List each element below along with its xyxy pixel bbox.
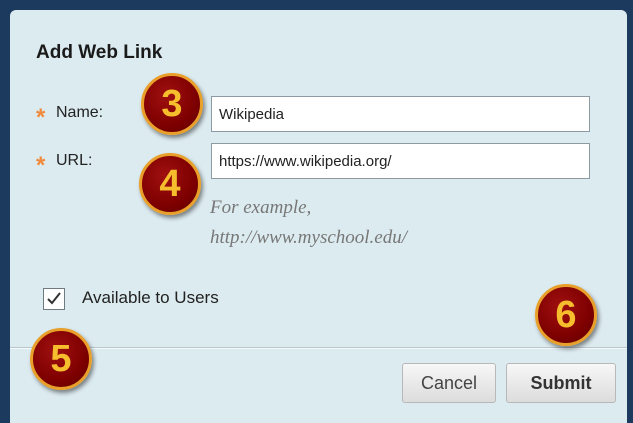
required-asterisk-icon: * <box>36 152 46 179</box>
url-label: URL: <box>56 152 93 169</box>
callout-badge-6: 6 <box>535 284 597 346</box>
dialog-title: Add Web Link <box>36 42 163 63</box>
checkmark-icon <box>47 292 61 305</box>
name-label: Name: <box>56 104 104 121</box>
name-input[interactable] <box>211 96 590 132</box>
example-line: For example, <box>210 197 312 218</box>
add-web-link-dialog: Add Web Link * Name: * URL: For example,… <box>10 10 627 423</box>
example-url: http://www.myschool.edu/ <box>210 227 408 248</box>
url-input[interactable] <box>211 143 590 179</box>
available-checkbox[interactable] <box>43 288 65 310</box>
url-example-hint: For example, http://www.myschool.edu/ <box>210 193 407 253</box>
callout-badge-5: 5 <box>30 328 92 390</box>
available-label: Available to Users <box>82 288 219 307</box>
divider <box>10 347 627 349</box>
required-asterisk-icon: * <box>36 104 46 131</box>
callout-badge-3: 3 <box>141 73 203 135</box>
submit-button[interactable]: Submit <box>506 363 616 403</box>
cancel-button[interactable]: Cancel <box>402 363 496 403</box>
callout-badge-4: 4 <box>139 153 201 215</box>
